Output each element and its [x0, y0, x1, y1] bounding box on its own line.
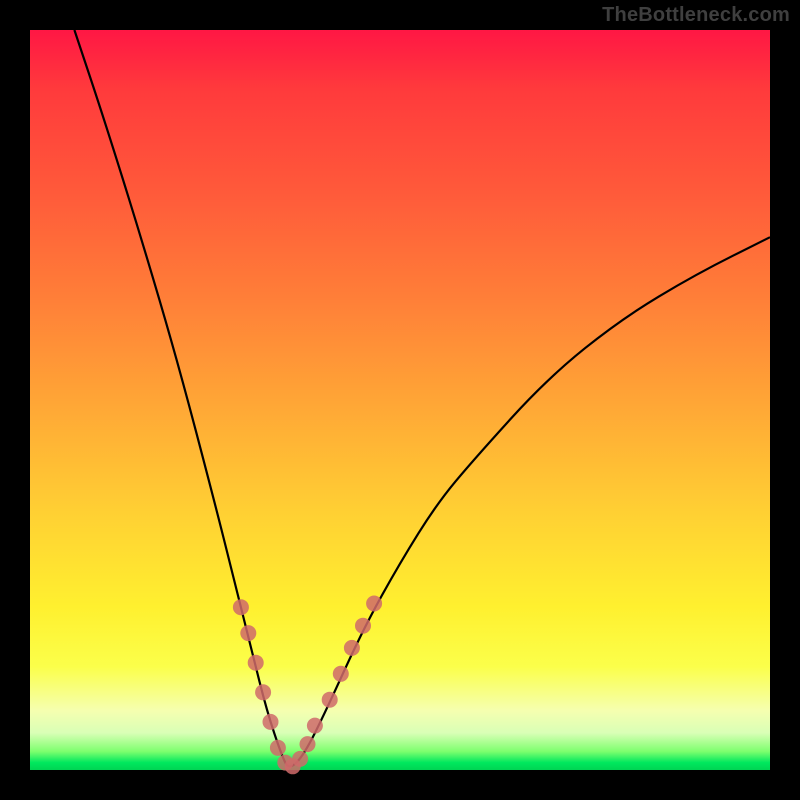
sample-dot: [292, 751, 308, 767]
sample-markers: [233, 596, 382, 775]
sample-dot: [233, 599, 249, 615]
sample-dot: [300, 736, 316, 752]
sample-dot: [263, 714, 279, 730]
chart-frame: TheBottleneck.com: [0, 0, 800, 800]
plot-area: [30, 30, 770, 770]
curve-layer: [30, 30, 770, 770]
sample-dot: [270, 740, 286, 756]
sample-dot: [333, 666, 349, 682]
sample-dot: [248, 655, 264, 671]
sample-dot: [366, 596, 382, 612]
watermark-text: TheBottleneck.com: [602, 4, 790, 27]
bottleneck-curve: [74, 30, 770, 766]
sample-dot: [307, 718, 323, 734]
sample-dot: [255, 684, 271, 700]
sample-dot: [322, 692, 338, 708]
sample-dot: [355, 618, 371, 634]
sample-dot: [344, 640, 360, 656]
sample-dot: [240, 625, 256, 641]
